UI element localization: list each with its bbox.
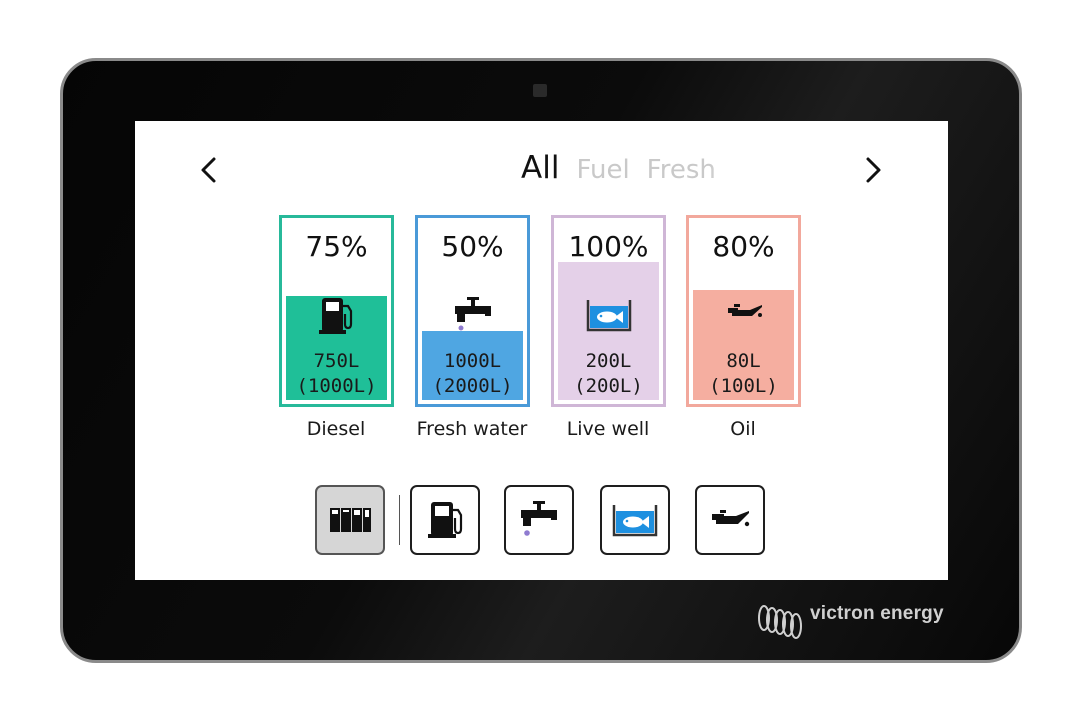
tank-percent: 50% — [441, 230, 504, 263]
fish-tank-icon — [585, 294, 633, 336]
tank-name-oil: Oil — [730, 418, 756, 440]
filter-oil-button[interactable] — [695, 485, 765, 555]
tank-name-diesel: Diesel — [306, 418, 366, 440]
brand-logo: victron energy — [752, 601, 952, 641]
next-page-button[interactable] — [859, 153, 887, 187]
brand-name: victron energy — [810, 603, 944, 624]
all-tanks-icon — [330, 508, 371, 532]
tank-capacity: (2000L) — [432, 375, 513, 397]
tank-percent: 80% — [712, 230, 775, 263]
tank-volume: 80L — [726, 350, 761, 372]
tank-volume: 200L — [585, 350, 632, 372]
tank-card-fresh-water[interactable]: 50% 1000L (2000L) — [415, 215, 530, 407]
tank-volume: 1000L — [443, 350, 502, 372]
category-tabs: All Fuel Fresh — [521, 150, 761, 190]
oil-can-icon — [720, 294, 768, 336]
tank-name-live-well: Live well — [566, 418, 650, 440]
tank-card-live-well[interactable]: 100% 200L (200L) — [551, 215, 666, 407]
water-tap-icon — [449, 294, 497, 336]
tank-volume: 750L — [313, 350, 360, 372]
filter-fresh-water-button[interactable] — [504, 485, 574, 555]
tank-percent: 100% — [568, 230, 649, 263]
fuel-pump-icon — [313, 294, 361, 336]
tank-name-fresh-water: Fresh water — [416, 418, 528, 440]
chevron-left-icon — [201, 157, 216, 183]
tank-capacity: (200L) — [574, 375, 643, 397]
camera-lens — [533, 84, 547, 97]
tank-card-oil[interactable]: 80% 80L (100L) — [686, 215, 801, 407]
filter-live-well-button[interactable] — [600, 485, 670, 555]
tank-card-diesel[interactable]: 75% 750L (1000L) — [279, 215, 394, 407]
fuel-pump-icon — [428, 502, 463, 538]
filter-fuel-button[interactable] — [410, 485, 480, 555]
victron-coil-icon — [758, 605, 802, 639]
oil-can-icon — [712, 510, 750, 527]
prev-page-button[interactable] — [195, 153, 223, 187]
chevron-right-icon — [866, 157, 881, 183]
tank-percent: 75% — [305, 230, 368, 263]
tank-capacity: (100L) — [709, 375, 778, 397]
tab-fuel[interactable]: Fuel — [576, 155, 629, 185]
display-screen: All Fuel Fresh 75% 750L (1000L) Diesel 5… — [135, 121, 948, 580]
filter-all-button[interactable] — [315, 485, 385, 555]
filter-separator — [399, 495, 400, 545]
tab-all[interactable]: All — [521, 150, 559, 186]
fish-tank-icon — [612, 505, 658, 537]
tab-fresh[interactable]: Fresh — [647, 155, 716, 185]
tank-capacity: (1000L) — [296, 375, 377, 397]
water-tap-icon — [521, 501, 557, 536]
